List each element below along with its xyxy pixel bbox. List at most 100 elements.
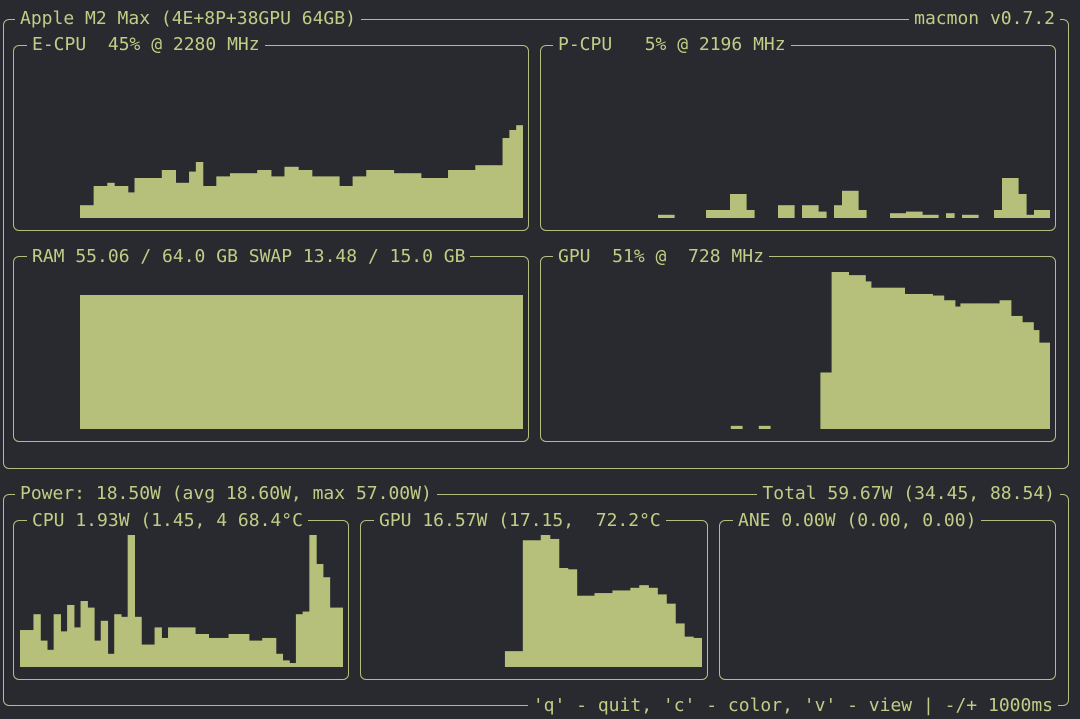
sparkline-bar <box>454 170 463 218</box>
sparkline-bar <box>1010 315 1017 429</box>
sparkline-bar <box>531 540 542 667</box>
sparkline-bar <box>921 293 928 429</box>
sparkline-bar <box>268 637 277 667</box>
sparkline-bar <box>1027 322 1034 429</box>
sparkline-bar <box>407 173 415 218</box>
cpu-power-sparkline <box>20 535 343 667</box>
sparkline-bar <box>216 176 224 218</box>
power-total: Total 59.67W (34.45, 88.54) <box>757 483 1060 505</box>
ram-usage-fill <box>80 294 523 429</box>
keyboard-help: 'q' - quit, 'c' - color, 'v' - view | -/… <box>527 695 1058 717</box>
sparkline-bar <box>915 293 922 429</box>
sparkline-bar <box>209 186 217 218</box>
sparkline-bar <box>107 182 115 218</box>
sparkline-bar <box>802 205 811 218</box>
sparkline-bar <box>1010 178 1019 218</box>
sparkline-bar <box>229 173 238 218</box>
sparkline-bar <box>235 634 243 667</box>
sparkline-bar <box>730 194 739 218</box>
sparkline-bar <box>262 637 270 667</box>
sparkline-bar <box>475 165 483 218</box>
sparkline-bar <box>311 176 320 218</box>
gpu-power-label: GPU 16.57W (17.15, 72.2°C <box>374 510 666 532</box>
sparkline-bar <box>971 303 978 429</box>
sparkline-bar <box>910 293 917 429</box>
ecpu-sparkline <box>80 125 523 218</box>
sparkline-bar <box>188 627 196 667</box>
sparkline-bar <box>603 593 614 667</box>
sparkline-bar <box>890 213 899 218</box>
sparkline-bar <box>621 590 631 667</box>
sparkline-bar <box>120 186 129 218</box>
sparkline-bar <box>373 170 381 218</box>
sparkline-bar <box>284 166 292 218</box>
sparkline-bar <box>345 186 354 218</box>
sparkline-bar <box>161 170 170 218</box>
sparkline-bar <box>675 623 685 667</box>
sparkline-bar <box>982 303 989 429</box>
sparkline-bar <box>120 616 129 667</box>
sparkline-bar <box>1026 214 1035 218</box>
sparkline-bar <box>325 176 333 218</box>
app-version: macmon v0.7.2 <box>909 8 1060 30</box>
sparkline-bar <box>516 125 523 218</box>
sparkline-bar <box>854 275 861 429</box>
sparkline-bar <box>359 176 367 218</box>
sparkline-bar <box>221 637 230 667</box>
sparkline-bar <box>282 660 290 667</box>
sparkline-bar <box>943 300 950 429</box>
sparkline-bar <box>658 214 667 218</box>
sparkline-bar <box>970 214 979 218</box>
sparkline-bar <box>255 640 263 667</box>
sparkline-bar <box>400 173 408 218</box>
sparkline-bar <box>826 372 833 429</box>
sparkline-bar <box>413 173 422 218</box>
sparkline-bar <box>243 173 251 218</box>
sparkline-bar <box>994 303 1001 429</box>
sparkline-bar <box>513 651 524 667</box>
sparkline-bar <box>736 425 743 429</box>
sparkline-bar <box>302 611 310 667</box>
cpu-power-label: CPU 1.93W (1.45, 4 68.4°C <box>27 510 308 532</box>
window-top-edge <box>0 0 1080 4</box>
ane-power-label: ANE 0.00W (0.00, 0.00) <box>733 510 982 532</box>
sparkline-bar <box>468 170 476 218</box>
sparkline-bar <box>223 176 231 218</box>
sparkline-bar <box>558 568 569 667</box>
chip-title: Apple M2 Max (4E+8P+38GPU 64GB) <box>15 8 361 30</box>
sparkline-bar <box>837 272 844 429</box>
sparkline-bar <box>495 165 504 218</box>
sparkline-bar <box>291 166 299 218</box>
sparkline-bar <box>522 540 533 667</box>
sparkline-bar <box>865 281 872 429</box>
sparkline-bar <box>1002 178 1011 218</box>
sparkline-bar <box>842 190 851 218</box>
sparkline-bar <box>914 211 923 218</box>
sparkline-bar <box>182 182 190 218</box>
sparkline-bar <box>228 634 236 667</box>
sparkline-bar <box>322 577 331 667</box>
sparkline-bar <box>295 614 304 667</box>
sparkline-bar <box>1022 322 1029 429</box>
sparkline-bar <box>1018 194 1027 218</box>
sparkline-bar <box>706 210 715 218</box>
gpu-label: GPU 51% @ 728 MHz <box>553 246 769 268</box>
sparkline-bar <box>93 186 102 218</box>
sparkline-bar <box>764 425 771 429</box>
sparkline-bar <box>482 165 490 218</box>
sparkline-bar <box>141 644 149 667</box>
sparkline-bar <box>148 178 156 218</box>
sparkline-bar <box>858 210 867 218</box>
sparkline-bar <box>1033 330 1040 429</box>
sparkline-bar <box>448 170 456 218</box>
sparkline-bar <box>585 595 596 667</box>
sparkline-bar <box>876 287 883 429</box>
sparkline-bar <box>215 637 223 667</box>
sparkline-bar <box>201 634 210 667</box>
sparkline-bar <box>714 210 723 218</box>
sparkline-bar <box>932 295 939 429</box>
sparkline-bar <box>94 640 102 667</box>
sparkline-bar <box>882 287 889 429</box>
sparkline-bar <box>434 178 442 218</box>
sparkline-bar <box>298 170 306 218</box>
